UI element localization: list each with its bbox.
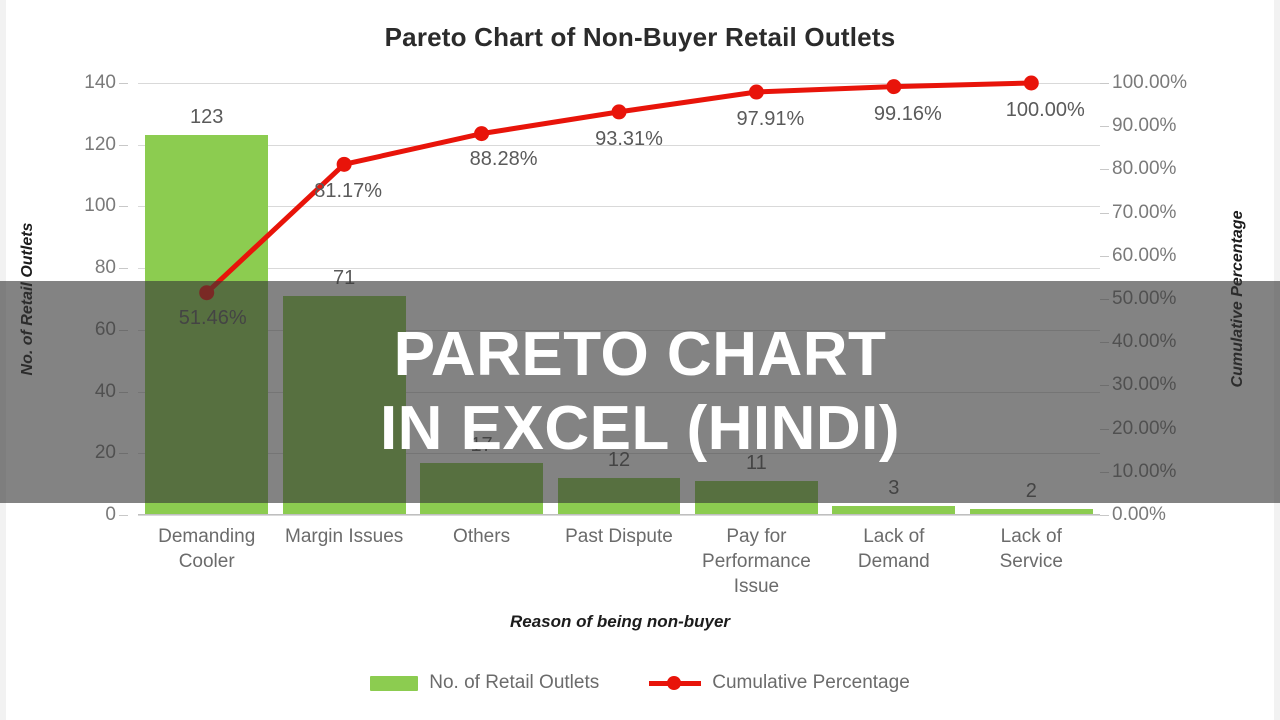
gridline [138,515,1100,516]
category-label: Lack of Demand [819,524,969,574]
category-label: Others [407,524,557,549]
cumulative-value-label: 93.31% [595,127,663,150]
cumulative-point-marker[interactable] [1023,75,1039,91]
y-axis-right-tick: 70.00% [1112,201,1177,223]
cumulative-point-marker[interactable] [886,79,902,95]
category-label-line: Issue [733,576,780,597]
y-axis-right-tickmark [1100,169,1109,171]
x-axis-title: Reason of being non-buyer [509,612,731,631]
y-axis-right-tick: 100.00% [1112,72,1188,93]
y-axis-left-tick: 80 [94,257,116,279]
category-label-line: Cooler [178,551,235,572]
overlay-title-text: PARETO CHART IN EXCEL (HINDI) [0,281,1280,503]
y-axis-right-tickmark [1100,515,1109,516]
category-label-line: Demand [857,551,930,572]
cumulative-value-label: 99.16% [873,102,942,125]
category-label-line: Demanding [158,526,256,547]
category-label-line: Margin Issues [285,526,404,547]
category-label-line: Past Dispute [565,526,673,547]
y-axis-right-tick: 60.00% [1112,244,1177,266]
legend-item-line: Cumulative Percentage [649,672,910,694]
chart-legend: No. of Retail Outlets Cumulative Percent… [0,672,1280,694]
category-label: Lack of Service [956,524,1106,574]
overlay-title-line-2: IN EXCEL (HINDI) [379,394,901,463]
category-label: Margin Issues [269,524,419,549]
cumulative-value-label: 97.91% [736,108,805,131]
cumulative-value-label: 88.28% [469,147,538,170]
legend-line-swatch [649,676,702,690]
y-axis-right-tick: 90.00% [1112,115,1177,137]
category-label-line: Others [453,526,511,547]
y-axis-right-tickmark [1100,212,1109,214]
chart-canvas: Pareto Chart of Non-Buyer Retail Outlets… [0,0,1280,720]
category-label-line: Performance [702,551,811,572]
category-label-line: Lack of [863,526,925,547]
y-axis-left-tickmark [119,515,128,516]
y-axis-left-tickmark [119,268,128,270]
y-axis-left-tick: 120 [84,133,116,155]
legend-bar-swatch [370,675,419,691]
category-label-line: Lack of [1000,526,1062,547]
category-label: Past Dispute [544,524,694,549]
cumulative-point-marker[interactable] [474,126,490,142]
category-label: Pay for Performance Issue [681,524,831,599]
y-axis-left-tickmark [119,206,128,208]
legend-bar-label: No. of Retail Outlets [429,672,600,693]
category-axis-line [138,514,1100,515]
cumulative-point-marker[interactable] [336,156,352,172]
y-axis-right-tick: 80.00% [1112,158,1177,180]
cumulative-point-marker[interactable] [748,84,764,100]
cumulative-value-label: 100.00% [1005,99,1085,121]
category-label-line: Service [999,551,1063,572]
y-axis-right-tickmark [1100,83,1109,84]
bar-value-label: 123 [190,106,224,129]
category-label-line: Pay for [726,526,787,547]
cumulative-value-label: 81.17% [314,180,383,203]
x-axis-categories: Demanding Cooler Margin Issues Others Past D… [138,524,1100,604]
chart-title: Pareto Chart of Non-Buyer Retail Outlets [384,22,896,52]
y-axis-left-tickmark [119,144,128,146]
overlay-title-line-1: PARETO CHART [393,320,887,389]
legend-line-marker [667,676,682,690]
y-axis-left-tickmark [119,83,128,84]
legend-line-label: Cumulative Percentage [712,672,910,693]
y-axis-left-tick: 100 [84,195,116,217]
y-axis-right-tick: 0.00% [1112,504,1166,525]
y-axis-left-tick: 0 [105,504,116,525]
legend-item-bars: No. of Retail Outlets [370,672,599,694]
cumulative-point-marker[interactable] [611,104,627,120]
y-axis-right-tickmark [1100,126,1109,128]
y-axis-right-tickmark [1100,255,1109,257]
category-label: Demanding Cooler [132,524,282,574]
y-axis-left-tick: 140 [84,72,116,93]
